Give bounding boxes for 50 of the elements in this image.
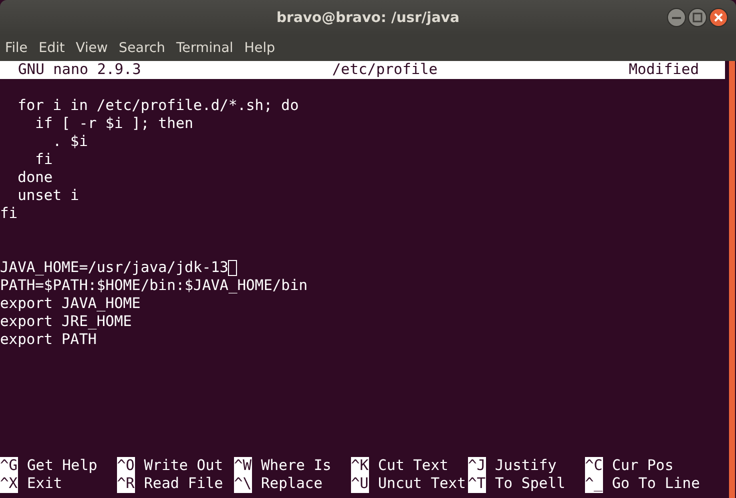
shortcut-key: ^J [468, 457, 486, 475]
shortcut-label: Go To Line [612, 475, 700, 493]
file-name: /etc/profile [332, 61, 438, 79]
shortcut-label: Get Help [27, 457, 98, 475]
menu-item[interactable]: View [76, 40, 108, 56]
code-line: fi [0, 205, 18, 223]
code-line: PATH=$PATH:$HOME/bin:$JAVA_HOME/bin [0, 277, 308, 295]
close-icon[interactable] [709, 8, 728, 27]
code-line: unset i [16, 187, 80, 205]
shortcut-label: To Spell [495, 475, 566, 493]
shortcut-key: ^U [351, 475, 369, 493]
code-line: export JRE_HOME [0, 313, 132, 331]
menu-item[interactable]: Search [118, 40, 166, 56]
window-title: bravo@bravo: /usr/java [276, 10, 460, 26]
code-line: export PATH [0, 331, 97, 349]
shortcut-key: ^_ [585, 475, 603, 493]
code-line: if [ -r $i ]; then [34, 115, 194, 133]
shortcut-key: ^R [117, 475, 135, 493]
scrollbar[interactable] [729, 61, 735, 498]
shortcut-key: ^T [468, 475, 486, 493]
maximize-icon[interactable] [688, 8, 707, 27]
shortcut-key: ^C [585, 457, 603, 475]
shortcut-key: ^G [0, 457, 18, 475]
shortcut-label: Justify [495, 457, 557, 475]
shortcut-key: ^K [351, 457, 369, 475]
shortcut-label: Write Out [144, 457, 224, 475]
editor-version: GNU nano 2.9.3 [18, 61, 142, 79]
file-status: Modified [628, 61, 699, 79]
shortcut-key: ^X [0, 475, 18, 493]
minimize-icon[interactable] [667, 8, 686, 27]
code-line: export JAVA_HOME [0, 295, 141, 313]
shortcut-key: ^O [117, 457, 135, 475]
menu-item[interactable]: File [5, 40, 28, 56]
code-line: . $i [52, 133, 88, 151]
menu-item[interactable]: Terminal [176, 40, 234, 56]
code-line: JAVA_HOME=/usr/java/jdk-13 [0, 259, 228, 277]
code-line: done [16, 169, 53, 187]
shortcut-key: ^\ [234, 475, 252, 493]
shortcut-label: Exit [27, 475, 62, 493]
shortcut-label: Replace [261, 475, 323, 493]
shortcut-label: Cut Text [378, 457, 448, 475]
menu-item[interactable]: Help [244, 40, 276, 56]
code-line: for i in /etc/profile.d/*.sh; do [16, 97, 299, 115]
shortcut-label: Where Is [261, 457, 332, 475]
shortcut-label: Read File [144, 475, 224, 493]
shortcut-label: Uncut Text [378, 475, 466, 493]
menu-item[interactable]: Edit [38, 40, 65, 56]
shortcut-label: Cur Pos [612, 457, 674, 475]
code-line: fi [34, 151, 53, 169]
shortcut-key: ^W [234, 457, 252, 475]
